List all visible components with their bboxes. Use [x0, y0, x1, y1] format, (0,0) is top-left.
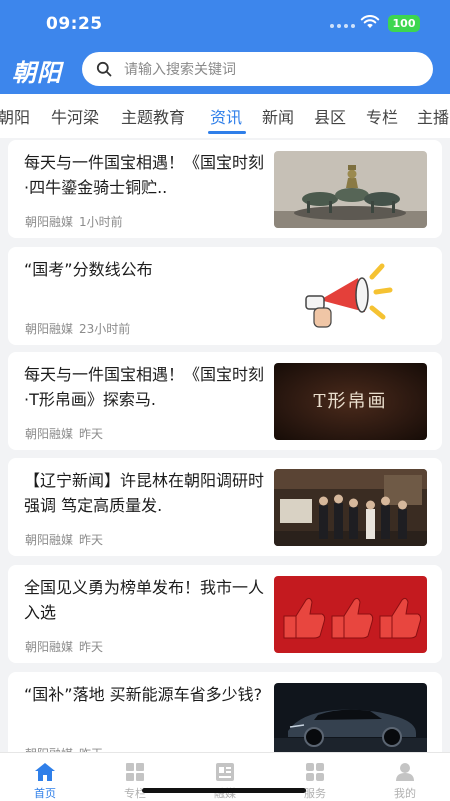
news-card[interactable]: 全国见义勇为榜单发布！我市一人入选 朝阳融媒 昨天 [8, 565, 442, 663]
active-tab-indicator [208, 131, 246, 134]
news-meta: 朝阳融媒昨天 [25, 531, 103, 548]
news-card[interactable]: 每天与一件国宝相遇！《国宝时刻·T形帛画》探索马. 朝阳融媒 昨天 T形帛画 [8, 352, 442, 450]
nav-profile[interactable]: 我的 [360, 753, 450, 801]
megaphone-thumbnail [274, 258, 427, 335]
news-time: 1小时前 [79, 215, 123, 229]
exhibition-visit-image [274, 469, 427, 546]
news-source: 朝阳融媒 [25, 427, 74, 441]
column-icon [126, 763, 144, 781]
electric-car-image [274, 683, 427, 760]
news-source: 朝阳融媒 [25, 640, 74, 654]
news-title: “国补”落地 买新能源车省多少钱? [24, 685, 263, 704]
news-title: 每天与一件国宝相遇！《国宝时刻·T形帛画》探索马. [24, 365, 265, 409]
nav-media[interactable]: 融媒 [180, 753, 270, 801]
news-meta: 朝阳融媒 23小时前 [25, 320, 130, 337]
nav-label: 我的 [394, 787, 416, 800]
nav-label: 首页 [34, 787, 56, 800]
nav-service[interactable]: 服务 [270, 753, 360, 801]
electric-car-thumbnail [274, 683, 427, 760]
news-card[interactable]: “国考”分数线公布 朝阳融媒 23小时前 [8, 247, 442, 345]
news-time: 昨天 [79, 533, 104, 547]
thumbnail-caption: T形帛画 [313, 391, 388, 412]
nav-column[interactable]: 专栏 [90, 753, 180, 801]
news-title: 每天与一件国宝相遇！《国宝时刻·四牛鎏金骑士铜贮.. [24, 153, 265, 197]
home-icon [35, 763, 55, 781]
bronze-statue-image [274, 151, 427, 228]
nav-home[interactable]: 首页 [0, 753, 90, 801]
news-meta: 朝阳融媒 1小时前 [25, 213, 123, 230]
search-placeholder: 请输入搜索关键词 [124, 62, 236, 78]
battery-icon: 100 [388, 15, 420, 32]
news-title: 【辽宁新闻】许昆林在朝阳调研时强调 笃定高质量发. [24, 471, 265, 515]
tab-column[interactable]: 专栏 [366, 104, 398, 128]
profile-icon [396, 763, 414, 781]
megaphone-icon [274, 258, 427, 335]
news-source: 朝阳融媒 [25, 215, 74, 229]
silk-painting-thumbnail: T形帛画 [274, 363, 427, 440]
news-card[interactable]: “国补”落地 买新能源车省多少钱? 朝阳融媒昨天 [8, 672, 442, 762]
app-header: 09:25 100 朝阳 请输入搜索关键词 [0, 0, 450, 94]
thumbs-up-image [274, 576, 427, 653]
thumbs-up-thumbnail [274, 576, 427, 653]
news-meta: 朝阳融媒昨天 [25, 638, 103, 655]
search-input[interactable]: 请输入搜索关键词 [82, 52, 433, 86]
tab-chaoyang[interactable]: 朝阳 [0, 104, 30, 128]
cellular-signal-icon [330, 24, 355, 28]
tab-anchor[interactable]: 主播 [417, 104, 449, 128]
bronze-statue-thumbnail [274, 151, 427, 228]
tab-county[interactable]: 县区 [314, 104, 346, 128]
tab-niuheliang[interactable]: 牛河梁 [51, 104, 99, 128]
news-meta: 朝阳融媒昨天 [25, 425, 103, 442]
news-source: 朝阳融媒 [25, 322, 74, 336]
news-time: 23小时前 [79, 322, 131, 336]
news-title: 全国见义勇为榜单发布！我市一人入选 [24, 578, 265, 622]
news-source: 朝阳融媒 [25, 533, 74, 547]
news-time: 昨天 [79, 427, 104, 441]
news-card[interactable]: 【辽宁新闻】许昆林在朝阳调研时强调 笃定高质量发. 朝阳融媒 昨天 [8, 458, 442, 556]
news-time: 昨天 [79, 640, 104, 654]
tab-news[interactable]: 新闻 [262, 104, 294, 128]
tab-theme-education[interactable]: 主题教育 [121, 104, 185, 128]
wifi-icon [360, 15, 380, 28]
bottom-navigation: 首页 专栏 融媒 服务 我的 [0, 752, 450, 801]
search-icon [96, 61, 112, 77]
service-icon [306, 763, 324, 781]
media-icon [216, 763, 234, 781]
exhibition-thumbnail [274, 469, 427, 546]
status-time: 09:25 [46, 14, 103, 34]
nav-label: 服务 [304, 787, 326, 800]
brand-logo: 朝阳 [12, 58, 62, 87]
tab-news-info[interactable]: 资讯 [210, 104, 242, 128]
news-title: “国考”分数线公布 [24, 260, 153, 279]
home-indicator[interactable] [142, 788, 306, 793]
news-card[interactable]: 每天与一件国宝相遇！《国宝时刻·四牛鎏金骑士铜贮.. 朝阳融媒 1小时前 [8, 140, 442, 238]
